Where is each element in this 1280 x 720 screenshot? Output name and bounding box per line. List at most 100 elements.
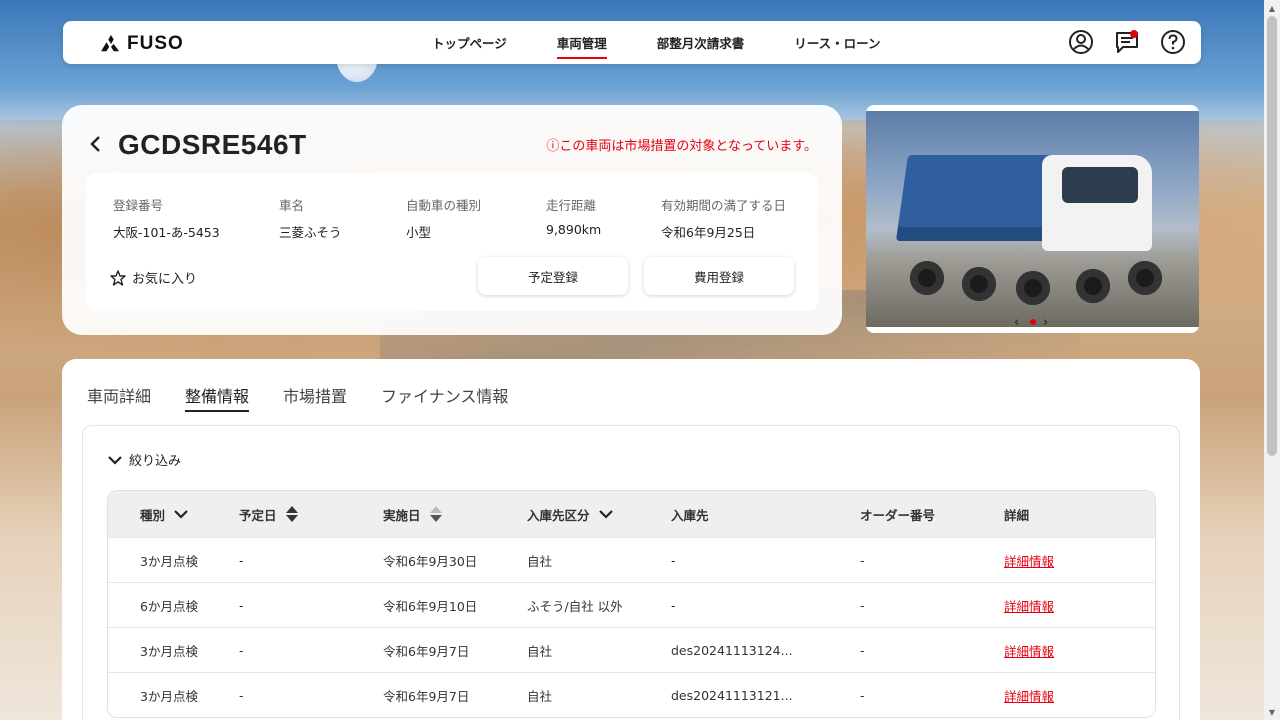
details-link[interactable]: 詳細情報 xyxy=(1004,628,1054,673)
tab-maintenance-info[interactable]: 整備情報 xyxy=(185,383,250,412)
cell-type: 6か月点検 xyxy=(140,599,198,614)
scroll-thumb[interactable] xyxy=(1267,16,1277,456)
cell-garage-category: 自社 xyxy=(527,644,553,659)
cell-done-date: 令和6年9月7日 xyxy=(383,644,470,659)
info-mileage: 走行距離 9,890km xyxy=(546,195,601,237)
truck-wheel xyxy=(1076,269,1110,303)
truck-wheel xyxy=(1016,271,1050,305)
nav-vehicle-management[interactable]: 車両管理 xyxy=(556,29,607,59)
vehicle-summary-card: GCDSRE546T ⓘこの車両は市場措置の対象となっています。 登録番号 大阪… xyxy=(62,105,842,335)
col-garage-header: 入庫先 xyxy=(671,491,709,537)
recall-notice: ⓘこの車両は市場措置の対象となっています。 xyxy=(546,139,817,154)
chevron-down-icon[interactable] xyxy=(598,508,614,520)
truck-wheel xyxy=(962,267,996,301)
cell-order-number: - xyxy=(860,598,865,613)
cell-scheduled-date: - xyxy=(239,598,244,613)
vehicle-id-title: GCDSRE546T xyxy=(118,129,307,160)
cell-garage: - xyxy=(671,553,676,568)
col-garage-category-header: 入庫先区分 xyxy=(527,491,614,537)
cell-done-date: 令和6年9月10日 xyxy=(383,599,478,614)
cell-done-date: 令和6年9月30日 xyxy=(383,554,478,569)
info-label: 有効期間の満了する日 xyxy=(661,198,787,213)
scroll-up-icon[interactable]: ▲ xyxy=(1264,0,1280,16)
info-label: 登録番号 xyxy=(113,198,164,213)
info-label: 走行距離 xyxy=(546,198,597,213)
cell-garage: - xyxy=(671,598,676,613)
col-done-date-header: 実施日 xyxy=(383,491,443,537)
account-icon[interactable] xyxy=(1067,28,1095,56)
cell-order-number: - xyxy=(860,643,865,658)
nav-lease-loan[interactable]: リース・ローン xyxy=(794,29,880,56)
sort-both-icon[interactable] xyxy=(285,505,299,523)
col-type-header: 種別 xyxy=(140,491,189,537)
info-vehicle-type: 自動車の種別 小型 xyxy=(406,195,481,241)
info-value: 大阪-101-あ-5453 xyxy=(113,225,220,240)
vehicle-image-carousel: ‹ › xyxy=(866,105,1199,333)
table-header: 種別 予定日 実施日 入庫先区分 入庫先 オーダー番号 詳細 xyxy=(108,491,1155,537)
help-icon[interactable] xyxy=(1159,28,1187,56)
col-type-label: 種別 xyxy=(140,507,166,523)
carousel-next-icon[interactable]: › xyxy=(1043,315,1048,330)
cell-scheduled-date: - xyxy=(239,688,244,703)
sort-desc-icon[interactable] xyxy=(429,505,443,523)
main-nav: トップページ 車両管理 部整月次請求書 リース・ローン xyxy=(432,21,931,64)
tab-vehicle-details[interactable]: 車両詳細 xyxy=(87,383,151,411)
info-label: 車名 xyxy=(279,198,305,213)
chevron-down-icon xyxy=(108,455,122,465)
info-value: 三菱ふそう xyxy=(279,225,342,240)
info-value: 令和6年9月25日 xyxy=(661,225,756,240)
fuso-logo[interactable]: FUSO xyxy=(101,33,184,55)
cell-garage-category: 自社 xyxy=(527,689,553,704)
favorite-label: お気に入り xyxy=(132,272,198,287)
carousel-prev-icon[interactable]: ‹ xyxy=(1014,315,1019,330)
nav-monthly-invoice[interactable]: 部整月次請求書 xyxy=(657,29,745,56)
maintenance-list-panel: 絞り込み 種別 予定日 実施日 入庫先区分 入庫先 オーダー番号 詳細 3か月点… xyxy=(82,425,1180,720)
col-garage-category-label: 入庫先区分 xyxy=(527,507,590,523)
cell-type: 3か月点検 xyxy=(140,644,198,659)
star-icon xyxy=(110,269,126,286)
scroll-down-icon[interactable]: ▼ xyxy=(1264,704,1280,720)
cell-scheduled-date: - xyxy=(239,643,244,658)
col-scheduled-date-header: 予定日 xyxy=(239,491,299,537)
carousel-dot-active[interactable] xyxy=(1030,319,1036,325)
tab-finance-info[interactable]: ファイナンス情報 xyxy=(381,383,508,411)
truck-windshield xyxy=(1062,167,1138,203)
favorite-toggle[interactable]: お気に入り xyxy=(110,268,197,287)
nav-top-page[interactable]: トップページ xyxy=(432,29,507,56)
info-label: 自動車の種別 xyxy=(406,198,482,213)
info-registration: 登録番号 大阪-101-あ-5453 xyxy=(113,195,220,241)
notification-badge xyxy=(1130,30,1138,38)
cell-garage-category: 自社 xyxy=(527,554,553,569)
info-vehicle-name: 車名 三菱ふそう xyxy=(279,195,342,241)
top-header: FUSO トップページ 車両管理 部整月次請求書 リース・ローン xyxy=(63,21,1201,64)
schedule-register-button[interactable]: 予定登録 xyxy=(478,257,628,295)
details-link[interactable]: 詳細情報 xyxy=(1004,583,1054,628)
main-content-card: 車両詳細 整備情報 市場措置 ファイナンス情報 絞り込み 種別 予定日 実施日 xyxy=(62,359,1200,720)
cell-done-date: 令和6年9月7日 xyxy=(383,689,470,704)
col-details-label: 詳細 xyxy=(1004,507,1030,523)
truck-dump-body xyxy=(895,155,1059,241)
logo-text: FUSO xyxy=(127,33,184,54)
cell-type: 3か月点検 xyxy=(140,554,198,569)
details-link[interactable]: 詳細情報 xyxy=(1004,673,1054,717)
chevron-down-icon[interactable] xyxy=(173,508,189,520)
table-row: 3か月点検 - 令和6年9月7日 自社 des20241113121... - … xyxy=(108,672,1155,717)
page-scrollbar[interactable]: ▲ ▼ xyxy=(1264,0,1280,720)
tab-market-measures[interactable]: 市場措置 xyxy=(283,383,347,411)
col-garage-label: 入庫先 xyxy=(671,507,709,523)
col-order-number-label: オーダー番号 xyxy=(860,507,936,523)
truck-photo xyxy=(866,111,1199,327)
filter-toggle[interactable]: 絞り込み xyxy=(107,450,181,469)
col-details-header: 詳細 xyxy=(1004,491,1029,537)
message-icon[interactable] xyxy=(1113,28,1141,56)
truck-wheel xyxy=(910,261,944,295)
col-done-date-label: 実施日 xyxy=(383,507,421,523)
cost-register-button[interactable]: 費用登録 xyxy=(644,257,794,295)
details-link[interactable]: 詳細情報 xyxy=(1004,538,1054,583)
mitsubishi-diamonds-icon xyxy=(101,35,120,52)
cell-type: 3か月点検 xyxy=(140,689,198,704)
info-value: 小型 xyxy=(406,225,432,240)
back-arrow-icon[interactable] xyxy=(88,135,104,153)
table-row: 6か月点検 - 令和6年9月10日 ふそう/自社 以外 - - 詳細情報 xyxy=(108,582,1155,627)
col-scheduled-date-label: 予定日 xyxy=(239,507,277,523)
